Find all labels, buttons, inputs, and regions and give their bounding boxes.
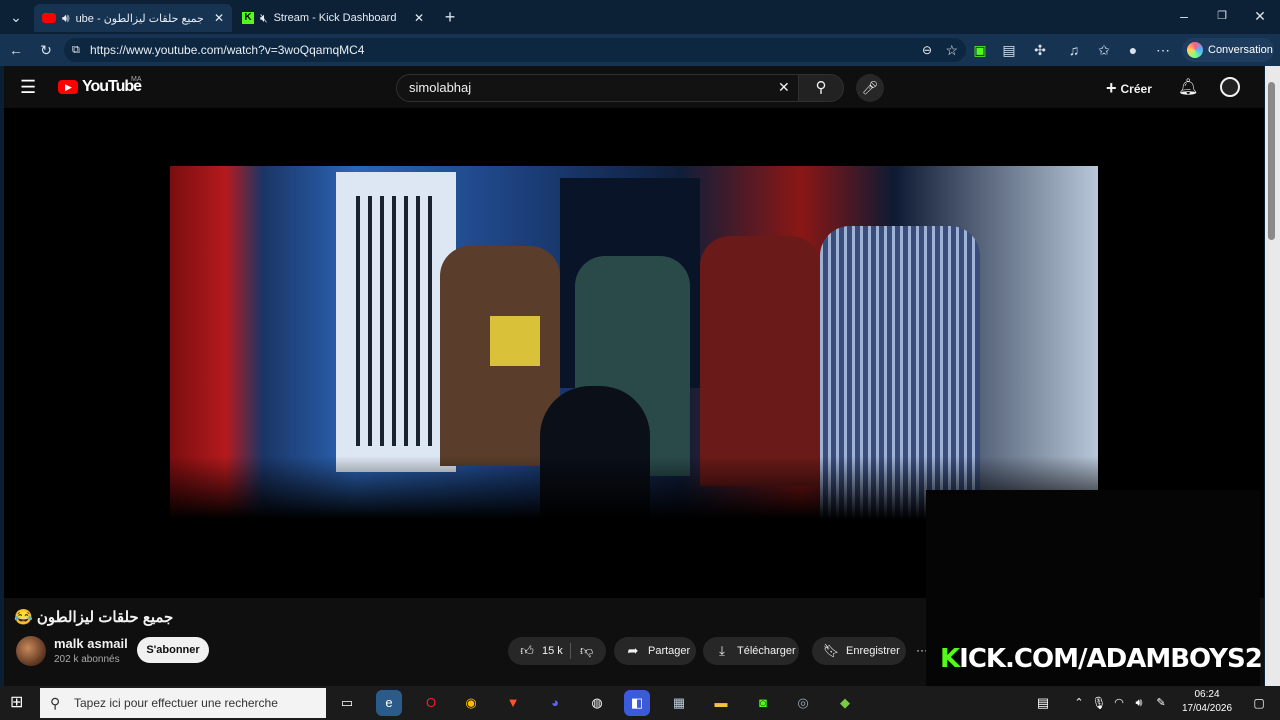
save-label: Enregistrer bbox=[846, 645, 900, 657]
kick-app-icon[interactable]: ◙ bbox=[750, 690, 776, 716]
video-title: جميع حلقات ليزالطون 😂 bbox=[14, 609, 174, 626]
notification-center-icon[interactable]: ▢ bbox=[1246, 690, 1272, 716]
news-widget-icon[interactable]: ▤ bbox=[1030, 690, 1056, 716]
zoom-icon[interactable]: ⊖ bbox=[922, 43, 932, 57]
profile-avatar-icon[interactable]: ● bbox=[1121, 38, 1145, 62]
divider bbox=[570, 643, 571, 659]
restore-icon[interactable]: ❐ bbox=[1210, 4, 1234, 28]
search-icon: ⚲ bbox=[50, 694, 61, 711]
copilot-icon bbox=[1187, 42, 1203, 58]
clock-time: 06:24 bbox=[1194, 689, 1220, 700]
task-view-icon[interactable]: ▭ bbox=[334, 690, 360, 716]
clear-search-icon[interactable]: ✕ bbox=[778, 79, 790, 96]
youtube-logo-icon[interactable]: ▶ bbox=[58, 80, 78, 94]
favorites-icon[interactable]: ✩ bbox=[1092, 38, 1116, 62]
browser-tab-bar: ⌄ 🔊︎ ube - جميع حلقات ليزالطون ✕ K 🔇︎ St… bbox=[0, 0, 1280, 34]
person bbox=[700, 236, 820, 486]
dislike-icon[interactable]: 👎︎ bbox=[580, 643, 593, 659]
close-window-icon[interactable]: ✕ bbox=[1248, 4, 1272, 28]
close-tab-icon[interactable]: ✕ bbox=[414, 11, 424, 25]
clock-date: 17/04/2026 bbox=[1181, 703, 1233, 714]
channel-name[interactable]: malk asmail bbox=[54, 636, 128, 651]
menu-icon[interactable]: ☰ bbox=[20, 77, 36, 98]
taskbar-search-box[interactable]: ⚲ Tapez ici pour effectuer une recherche bbox=[40, 688, 326, 718]
extension-icon[interactable]: ▤ bbox=[997, 38, 1021, 62]
app-icon[interactable]: ◧ bbox=[624, 690, 650, 716]
site-info-icon[interactable]: ⧉ bbox=[72, 44, 80, 57]
share-icon: ➦ bbox=[627, 643, 639, 658]
extensions-puzzle-icon[interactable]: ✣ bbox=[1028, 38, 1052, 62]
share-button[interactable]: ➦ Partager bbox=[614, 637, 696, 665]
bookmark-icon: 🔖︎ bbox=[822, 643, 840, 658]
chrome-icon[interactable]: ◉ bbox=[458, 690, 484, 716]
bluestacks-icon[interactable]: ◆ bbox=[832, 690, 858, 716]
discord-icon[interactable]: ◕ bbox=[542, 690, 568, 716]
save-button[interactable]: 🔖︎ Enregistrer bbox=[812, 637, 906, 665]
mic-icon[interactable]: 🎤︎ bbox=[856, 74, 884, 102]
music-icon[interactable]: ♫ bbox=[1062, 38, 1086, 62]
file-explorer-icon[interactable]: ▬ bbox=[708, 690, 734, 716]
create-button[interactable]: + Créer bbox=[1106, 78, 1152, 99]
kick-channel-overlay-text: KICK.COM/ADAMBOYS2 bbox=[940, 644, 1263, 674]
create-label: Créer bbox=[1120, 81, 1152, 96]
more-menu-icon[interactable]: ⋯ bbox=[1151, 38, 1175, 62]
tab-title: ube - جميع حلقات ليزالطون bbox=[75, 12, 204, 25]
subscribe-button[interactable]: S'abonner bbox=[137, 637, 209, 663]
url-text: https://www.youtube.com/watch?v=3woQqamq… bbox=[90, 43, 365, 57]
download-label: Télécharger bbox=[737, 645, 796, 657]
extension-icon[interactable]: ▣ bbox=[968, 38, 992, 62]
taskbar-clock[interactable]: 06:24 17/04/2026 bbox=[1172, 688, 1242, 716]
kick-k-letter: K bbox=[940, 644, 960, 674]
acoustic-pattern bbox=[356, 196, 436, 446]
kick-favicon-icon: K bbox=[242, 12, 254, 24]
tab-youtube[interactable]: 🔊︎ ube - جميع حلقات ليزالطون ✕ bbox=[34, 4, 232, 32]
search-input[interactable]: simolabhaj bbox=[396, 74, 800, 102]
tab-kick[interactable]: K 🔇︎ Stream - Kick Dashboard ✕ bbox=[236, 4, 434, 32]
subscriber-count: 202 k abonnés bbox=[54, 654, 120, 665]
close-tab-icon[interactable]: ✕ bbox=[214, 11, 224, 25]
edge-icon[interactable]: e bbox=[376, 690, 402, 716]
conversation-button[interactable]: Conversation bbox=[1182, 38, 1274, 62]
tab-title: Stream - Kick Dashboard bbox=[273, 12, 397, 24]
muted-speaker-icon[interactable]: 🔇︎ bbox=[260, 11, 268, 26]
opera-icon[interactable]: O bbox=[418, 690, 444, 716]
taskbar-search-placeholder: Tapez ici pour effectuer une recherche bbox=[74, 696, 278, 710]
kick-url-text: ICK.COM/ADAMBOYS2 bbox=[959, 644, 1263, 674]
region-code: MA bbox=[131, 76, 142, 83]
download-icon: ⤓ bbox=[719, 643, 725, 658]
channel-avatar[interactable] bbox=[16, 636, 46, 666]
new-tab-icon[interactable]: + bbox=[438, 5, 462, 29]
account-avatar[interactable] bbox=[1220, 77, 1240, 97]
speaker-icon[interactable]: 🔊︎ bbox=[62, 11, 70, 26]
brave-icon[interactable]: ▼ bbox=[500, 690, 526, 716]
pen-icon[interactable]: ✎ bbox=[1148, 690, 1174, 716]
download-button[interactable]: ⤓ Télécharger bbox=[703, 637, 799, 665]
address-bar[interactable]: ⧉ https://www.youtube.com/watch?v=3woQqa… bbox=[64, 38, 966, 62]
notifications-bell-icon[interactable]: 🔔︎ bbox=[1178, 77, 1198, 97]
store-icon[interactable]: ▦ bbox=[666, 690, 692, 716]
youtube-favicon-icon bbox=[42, 13, 56, 23]
video-frame bbox=[170, 166, 1098, 541]
like-dislike-group: 👍︎ 15 k 👎︎ bbox=[508, 637, 606, 665]
refresh-icon[interactable]: ↻ bbox=[34, 38, 58, 62]
like-count[interactable]: 15 k bbox=[542, 645, 563, 657]
tab-actions-icon[interactable]: ⌄ bbox=[4, 5, 28, 29]
obs-icon[interactable]: ◍ bbox=[584, 690, 610, 716]
minimize-icon[interactable]: – bbox=[1172, 4, 1196, 28]
plus-icon: + bbox=[1106, 78, 1117, 98]
steam-icon[interactable]: ◎ bbox=[790, 690, 816, 716]
conversation-label: Conversation bbox=[1208, 44, 1273, 56]
share-label: Partager bbox=[648, 645, 691, 657]
windows-start-icon[interactable]: ⊞ bbox=[10, 692, 23, 712]
back-icon[interactable]: ← bbox=[4, 38, 28, 62]
search-button[interactable]: ⚲ bbox=[798, 74, 844, 102]
youtube-header: ☰ ▶ YouTube MA simolabhaj ✕ ⚲ 🎤︎ + Créer… bbox=[4, 66, 1264, 108]
like-icon[interactable]: 👍︎ bbox=[518, 643, 536, 659]
scrollbar-thumb[interactable] bbox=[1268, 82, 1275, 240]
person-shirt-print bbox=[490, 316, 540, 366]
favorite-star-icon[interactable]: ☆ bbox=[945, 42, 958, 59]
